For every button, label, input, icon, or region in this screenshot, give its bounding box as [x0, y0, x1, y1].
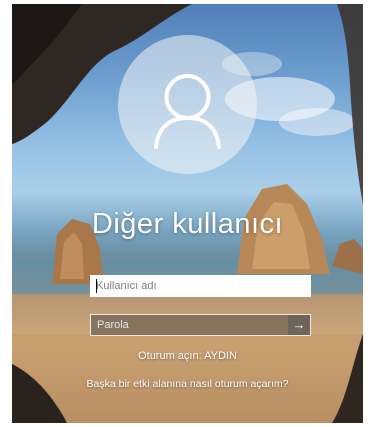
password-field: → — [90, 314, 311, 336]
domain-help-link[interactable]: Başka bir etki alanına nasıl oturum açar… — [12, 378, 363, 390]
sign-in-to-label: Oturum açın: AYDIN — [138, 350, 237, 362]
user-name-title: Diğer kullanıcı — [91, 208, 284, 240]
arrow-right-icon: → — [292, 317, 306, 332]
text-caret — [96, 279, 97, 293]
username-input[interactable] — [90, 275, 311, 297]
lock-screen: Diğer kullanıcı → Oturum açın: AYDIN Baş… — [12, 4, 363, 423]
user-silhouette-icon — [154, 74, 221, 149]
user-avatar — [118, 35, 257, 174]
password-input[interactable] — [91, 315, 288, 335]
submit-button[interactable]: → — [288, 315, 310, 335]
